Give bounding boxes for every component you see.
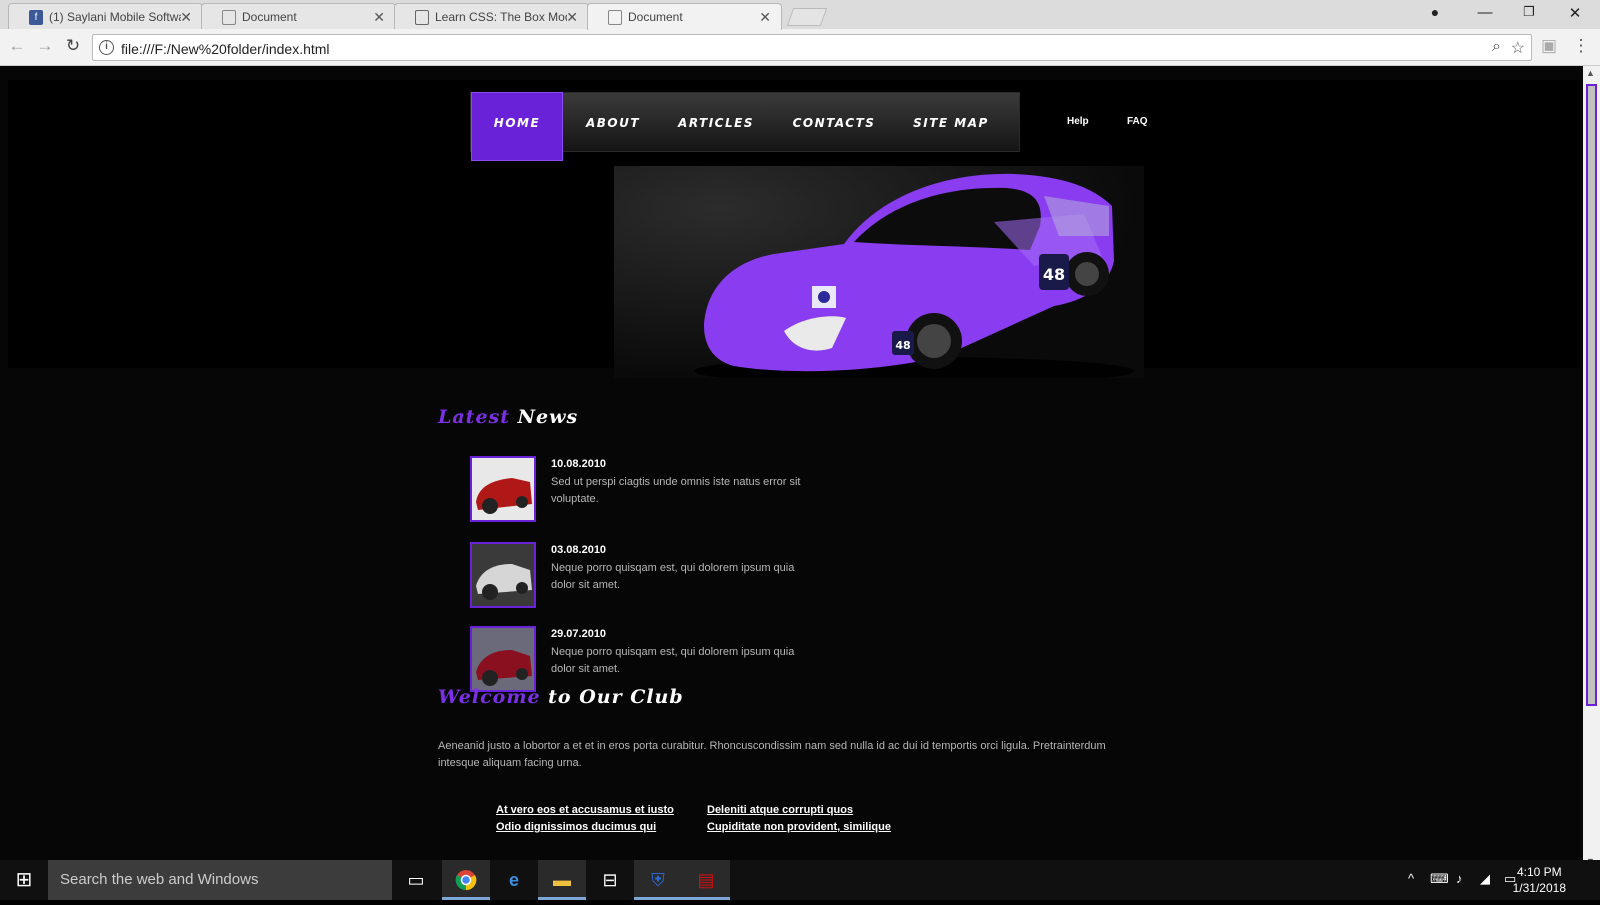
document-icon	[415, 10, 429, 25]
minimize-button[interactable]: —	[1470, 4, 1500, 21]
close-window-button[interactable]: ✕	[1560, 4, 1590, 22]
clock-time: 4:10 PM	[1516, 865, 1562, 879]
help-link[interactable]: Help	[1067, 116, 1089, 127]
news-text: Neque porro quisqam est, qui dolorem ips…	[551, 646, 795, 675]
heading-accent: Welcome	[438, 686, 541, 708]
new-tab-button[interactable]	[786, 8, 828, 26]
tab-title: Document	[242, 10, 297, 24]
svg-text:48: 48	[1043, 265, 1065, 284]
browser-toolbar: ← → ↻ i file:///F:/New%20folder/index.ht…	[0, 29, 1600, 66]
heading-rest: News	[517, 406, 579, 428]
file-explorer-icon[interactable]: ▬	[538, 860, 586, 900]
news-date: 10.08.2010	[551, 458, 607, 470]
tab-document-active[interactable]: Document ✕	[587, 3, 782, 30]
forward-icon[interactable]: →	[34, 36, 56, 56]
welcome-heading: Welcome to Our Club	[438, 686, 684, 708]
language-icon[interactable]: ⌨	[1430, 871, 1449, 887]
scrollbar-thumb[interactable]	[1586, 84, 1597, 706]
nav-contacts[interactable]: CONTACTS	[779, 93, 889, 153]
web-page: HOME ABOUT ARTICLES CONTACTS SITE MAP He…	[0, 66, 1600, 900]
news-thumbnail[interactable]	[470, 456, 536, 522]
document-icon	[608, 10, 622, 25]
close-icon[interactable]: ✕	[373, 9, 385, 26]
info-icon[interactable]: i	[99, 40, 114, 55]
news-date: 29.07.2010	[551, 628, 607, 640]
windows-start-icon[interactable]: ⊞	[0, 860, 48, 900]
close-icon[interactable]: ✕	[180, 9, 192, 26]
nav-site-map[interactable]: SITE MAP	[895, 93, 1007, 153]
faq-link[interactable]: FAQ	[1127, 116, 1148, 127]
profile-icon[interactable]: ●	[1420, 4, 1450, 20]
tray-chevron-icon[interactable]: ^	[1408, 871, 1414, 886]
article-link[interactable]: Odio dignissimos ducimus qui	[496, 821, 656, 833]
tab-title: Document	[628, 10, 683, 24]
tab-saylani[interactable]: f (1) Saylani Mobile Softwa ✕	[8, 3, 203, 30]
tab-strip: f (1) Saylani Mobile Softwa ✕ Document ✕…	[0, 0, 1600, 30]
back-icon[interactable]: ←	[6, 36, 28, 56]
tab-document-1[interactable]: Document ✕	[201, 3, 396, 30]
facebook-icon: f	[29, 10, 43, 25]
purple-car-illustration: 48 48	[694, 173, 1134, 385]
star-icon[interactable]: ☆	[1511, 38, 1525, 58]
taskbar: ⊞ Search the web and Windows ▭ e ▬ ⊟ ⛨ ▤…	[0, 860, 1600, 900]
heading-accent: Latest	[438, 406, 511, 428]
nav-articles[interactable]: ARTICLES	[661, 93, 771, 153]
nav-about[interactable]: ABOUT	[567, 93, 659, 153]
page-scrollbar[interactable]: ▲ ▼	[1583, 66, 1600, 870]
url-text: file:///F:/New%20folder/index.html	[121, 41, 330, 57]
edge-icon[interactable]: e	[490, 860, 538, 900]
news-date: 03.08.2010	[551, 544, 607, 556]
volume-icon[interactable]: ♪	[1456, 871, 1463, 886]
task-view-icon[interactable]: ▭	[392, 860, 440, 900]
hero-car-image: 48 48	[614, 166, 1144, 385]
main-navigation: HOME ABOUT ARTICLES CONTACTS SITE MAP	[470, 92, 1020, 161]
maroon-car-icon	[472, 628, 534, 690]
article-link[interactable]: At vero eos et accusamus et iusto	[496, 804, 674, 816]
menu-icon[interactable]: ⋮	[1570, 36, 1592, 56]
news-text: Sed ut perspi ciagtis unde omnis iste na…	[551, 476, 801, 505]
store-icon[interactable]: ⊟	[586, 860, 634, 900]
article-link[interactable]: Cupiditate non provident, similique	[707, 821, 891, 833]
close-icon[interactable]: ✕	[566, 9, 578, 26]
extension-icon[interactable]: ▣	[1538, 36, 1560, 56]
news-item: 03.08.2010 Neque porro quisqam est, qui …	[470, 542, 890, 612]
nav-home[interactable]: HOME	[471, 92, 563, 161]
restore-button[interactable]: ❐	[1514, 4, 1544, 20]
document-icon	[222, 10, 236, 25]
news-thumbnail[interactable]	[470, 542, 536, 608]
close-icon[interactable]: ✕	[759, 9, 771, 26]
zoom-icon[interactable]: ⌕	[1492, 38, 1501, 56]
tab-title: Learn CSS: The Box Mode	[435, 10, 567, 24]
security-shield-icon[interactable]: ⛨	[634, 860, 682, 900]
reload-icon[interactable]: ↻	[62, 36, 84, 56]
silver-car-icon	[472, 544, 534, 606]
red-car-icon	[472, 458, 534, 520]
welcome-text: Aeneanid justo a lobortor a et et in ero…	[438, 740, 1106, 769]
network-icon[interactable]: ◢	[1480, 871, 1490, 887]
chrome-icon[interactable]	[442, 860, 490, 900]
address-bar[interactable]: i file:///F:/New%20folder/index.html ⌕ ☆	[92, 34, 1532, 61]
latest-news-heading: Latest News	[438, 406, 578, 428]
chrome-logo	[455, 870, 477, 891]
news-thumbnail[interactable]	[470, 626, 536, 692]
taskbar-search[interactable]: Search the web and Windows	[48, 860, 392, 900]
browser-window: f (1) Saylani Mobile Softwa ✕ Document ✕…	[0, 0, 1600, 66]
news-text: Neque porro quisqam est, qui dolorem ips…	[551, 562, 795, 591]
tab-learn-css[interactable]: Learn CSS: The Box Mode ✕	[394, 3, 589, 30]
tab-title: (1) Saylani Mobile Softwa	[49, 10, 181, 24]
pdf-reader-icon[interactable]: ▤	[682, 860, 730, 900]
heading-rest: to Our Club	[548, 686, 684, 708]
news-item: 10.08.2010 Sed ut perspi ciagtis unde om…	[470, 456, 890, 526]
system-clock[interactable]: 4:10 PM 1/31/2018	[1513, 864, 1566, 896]
clock-date: 1/31/2018	[1512, 881, 1566, 895]
article-link[interactable]: Deleniti atque corrupti quos	[707, 804, 853, 816]
svg-text:48: 48	[895, 339, 910, 352]
scroll-up-icon[interactable]: ▲	[1586, 68, 1595, 78]
